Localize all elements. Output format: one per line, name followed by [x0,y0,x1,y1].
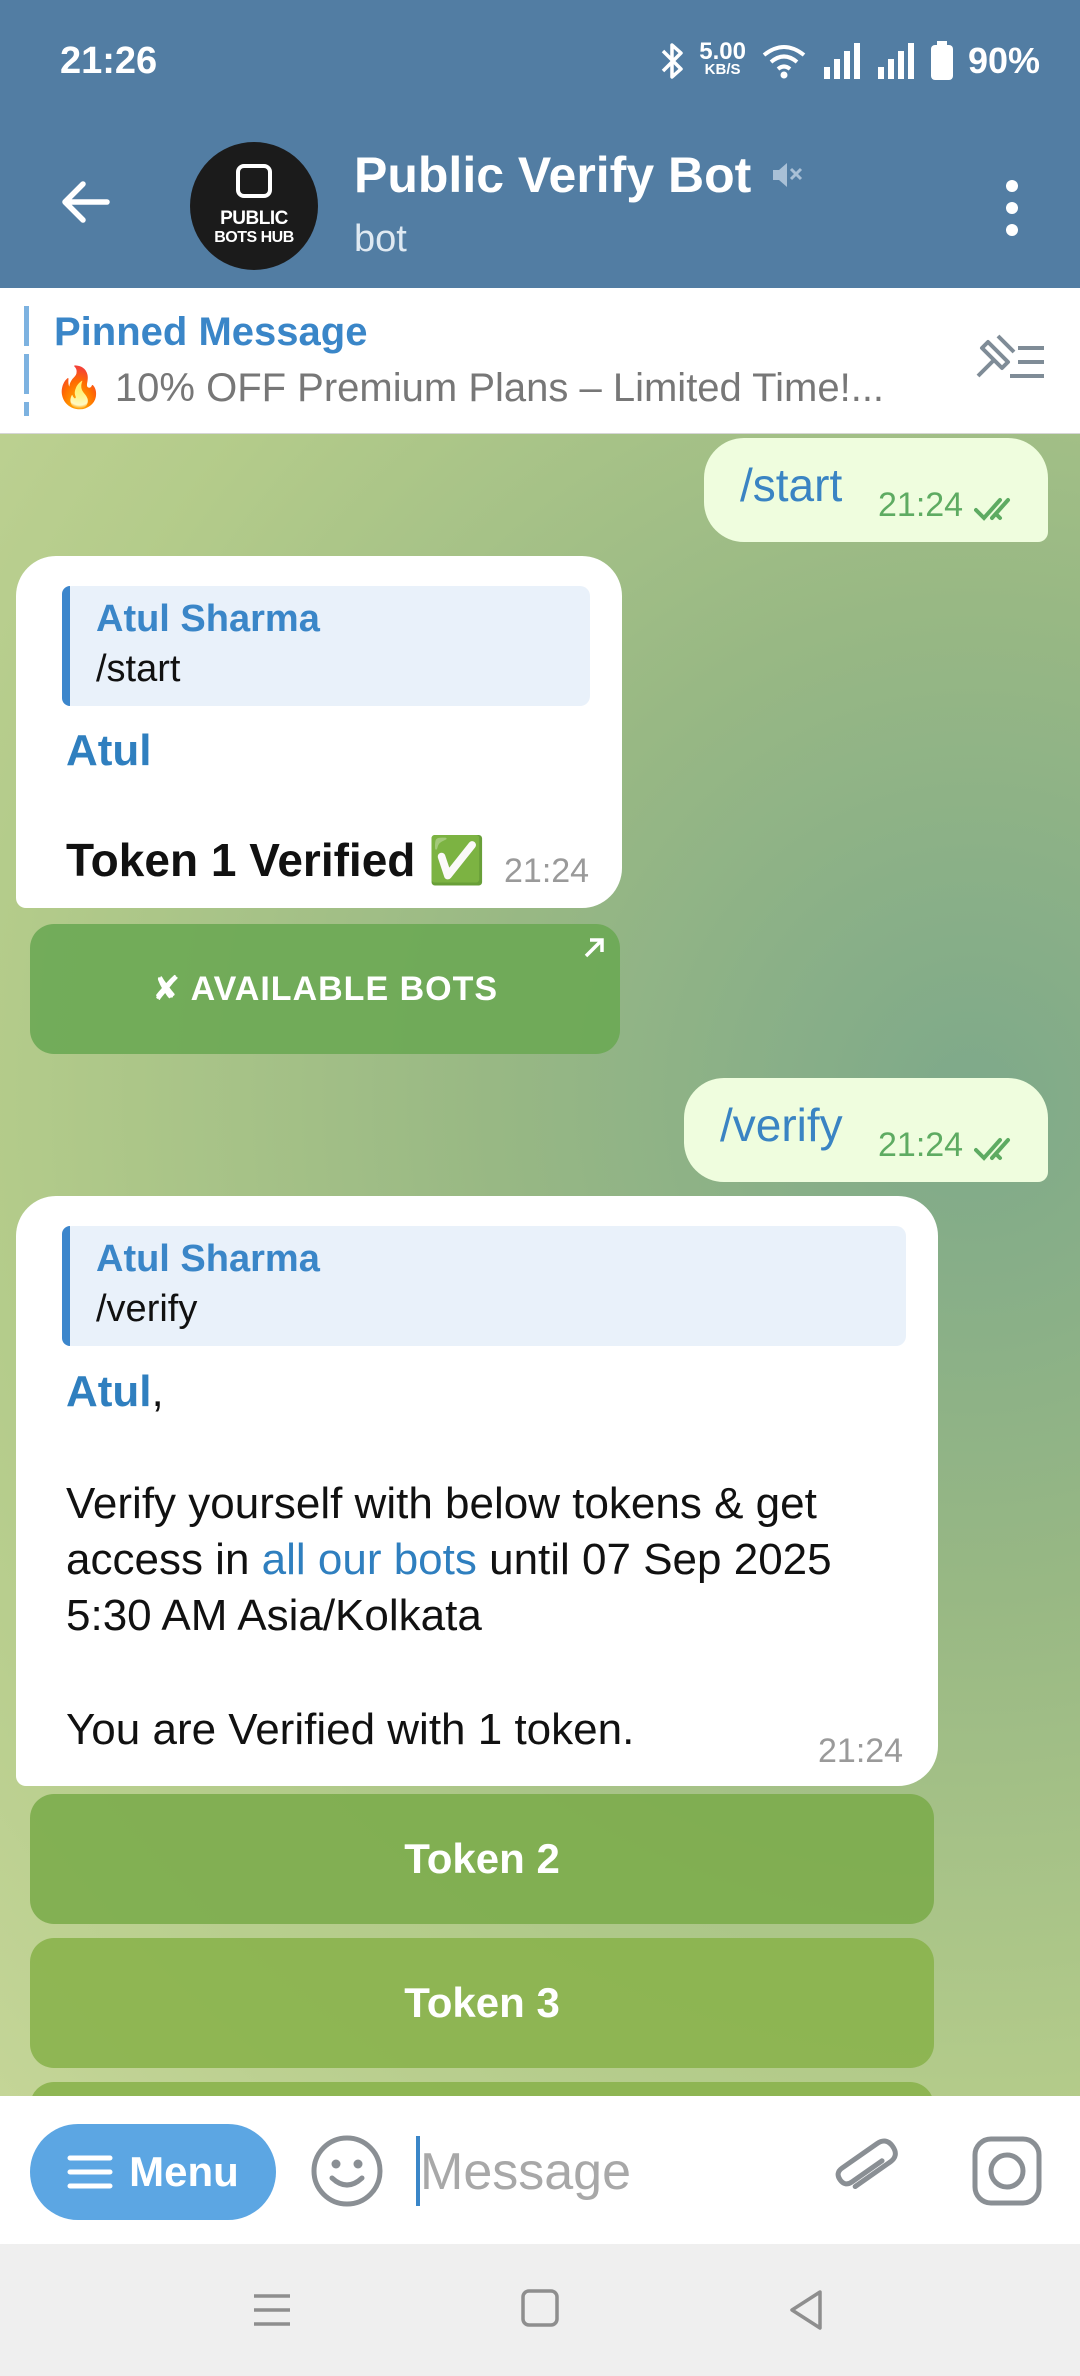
quote-bar [62,586,70,706]
message-input[interactable] [420,2140,800,2204]
body-line-2-post: until 07 Sep 2025 [476,1535,832,1584]
avatar-logo-line2: BOTS HUB [214,229,294,246]
double-check-icon [974,498,1010,521]
pinned-indicator [24,306,29,416]
token-2-button[interactable]: Token 2 [30,1794,934,1924]
bot-avatar[interactable]: PUBLIC BOTS HUB [190,142,318,270]
chat-title-text: Public Verify Bot [354,147,752,203]
message-body: Token 1 Verified ✅ [66,834,486,886]
quote-bar [62,1226,70,1346]
network-speed-unit: KB/S [704,61,741,78]
incoming-message[interactable]: Atul Sharma /start Atul Token 1 Verified… [16,556,622,908]
outgoing-message[interactable]: /start 21:24 [704,438,1048,542]
button-label: ✘ AVAILABLE BOTS [151,970,499,1008]
body-line-1: Verify yourself with below tokens & get [66,1479,817,1528]
pinned-list-icon[interactable] [970,328,1050,388]
chat-area[interactable]: /start 21:24 Atul Sharma /start Atul Tok… [0,434,1080,2096]
paperclip-icon[interactable] [828,2134,902,2208]
message-time: 21:24 [504,852,590,890]
status-time: 21:26 [60,40,158,82]
greeting-comma: , [151,1367,164,1416]
greeting-line: Atul, [66,1364,164,1420]
more-vertical-icon[interactable] [1004,178,1020,238]
emoji-icon[interactable] [310,2134,384,2208]
bluetooth-icon [661,43,683,79]
quote-author: Atul Sharma [96,598,320,640]
message-body: Verify yourself with below tokens & get … [66,1476,832,1644]
message-time: 21:24 [878,1126,964,1164]
menu-label: Menu [129,2148,239,2195]
pinned-text: 🔥 10% OFF Premium Plans – Limited Time!.… [54,366,885,410]
pinned-message[interactable]: Pinned Message 🔥 10% OFF Premium Plans –… [0,288,1080,434]
quote-text: /verify [96,1288,198,1330]
button-label: Token 2 [404,1835,560,1882]
back-arrow-icon[interactable] [55,172,115,232]
wifi-icon [762,45,806,79]
token-3-button[interactable]: Token 3 [30,1938,934,2068]
network-speed: 5.00 KB/S [699,38,746,79]
battery-percent: 90% [967,40,1040,81]
quote-text: /start [96,648,181,690]
status-icons: 5.00 KB/S 90% [659,36,1040,86]
user-mention[interactable]: Atul [66,726,152,776]
signal-icon-2 [877,43,914,79]
message-text: /start [740,459,843,511]
available-bots-button[interactable]: ✘ AVAILABLE BOTS [30,924,620,1054]
user-mention[interactable]: Atul [66,1367,152,1416]
reply-quote[interactable]: Atul Sharma /verify [62,1226,906,1346]
quote-author: Atul Sharma [96,1238,320,1280]
robot-icon [236,164,272,198]
reply-quote[interactable]: Atul Sharma /start [62,586,590,706]
pinned-title: Pinned Message [54,310,368,354]
body-line-2: access in all our bots until 07 Sep 2025 [66,1532,832,1588]
nav-back-icon[interactable] [786,2288,826,2332]
message-text: /verify [720,1099,843,1151]
incoming-message[interactable]: Atul Sharma /verify Atul, Verify yoursel… [16,1196,938,1786]
body-line-2-pre: access in [66,1535,262,1584]
button-label: Token 3 [404,1979,560,2026]
recent-apps-icon[interactable] [250,2290,294,2330]
chat-header: PUBLIC BOTS HUB Public Verify Bot bot [0,130,1080,288]
signal-icon [823,43,860,79]
message-time: 21:24 [878,486,964,524]
external-link-icon [584,938,604,958]
camera-icon[interactable] [970,2134,1044,2208]
chat-subtitle: bot [354,218,407,260]
menu-button[interactable]: Menu [30,2124,276,2220]
top-bar: 21:26 5.00 KB/S 90% PUBLIC BOTS HUB Publ… [0,0,1080,288]
hamburger-icon [67,2155,113,2189]
outgoing-message[interactable]: /verify 21:24 [684,1078,1048,1182]
network-speed-value: 5.00 [699,38,746,65]
system-nav-bar [0,2244,1080,2376]
body-line-3: 5:30 AM Asia/Kolkata [66,1591,482,1640]
message-time: 21:24 [818,1732,904,1770]
next-token-button[interactable] [30,2082,934,2096]
double-check-icon [974,1138,1010,1161]
muted-speaker-icon [773,163,803,187]
verified-status-line: You are Verified with 1 token. [66,1705,635,1754]
message-input-bar: Menu [0,2096,1080,2244]
avatar-logo-line1: PUBLIC [220,208,288,229]
all-bots-link[interactable]: all our bots [262,1535,477,1584]
battery-icon [930,41,953,80]
status-bar: 21:26 5.00 KB/S 90% [0,0,1080,130]
chat-title[interactable]: Public Verify Bot [354,146,803,204]
home-icon[interactable] [520,2288,560,2328]
